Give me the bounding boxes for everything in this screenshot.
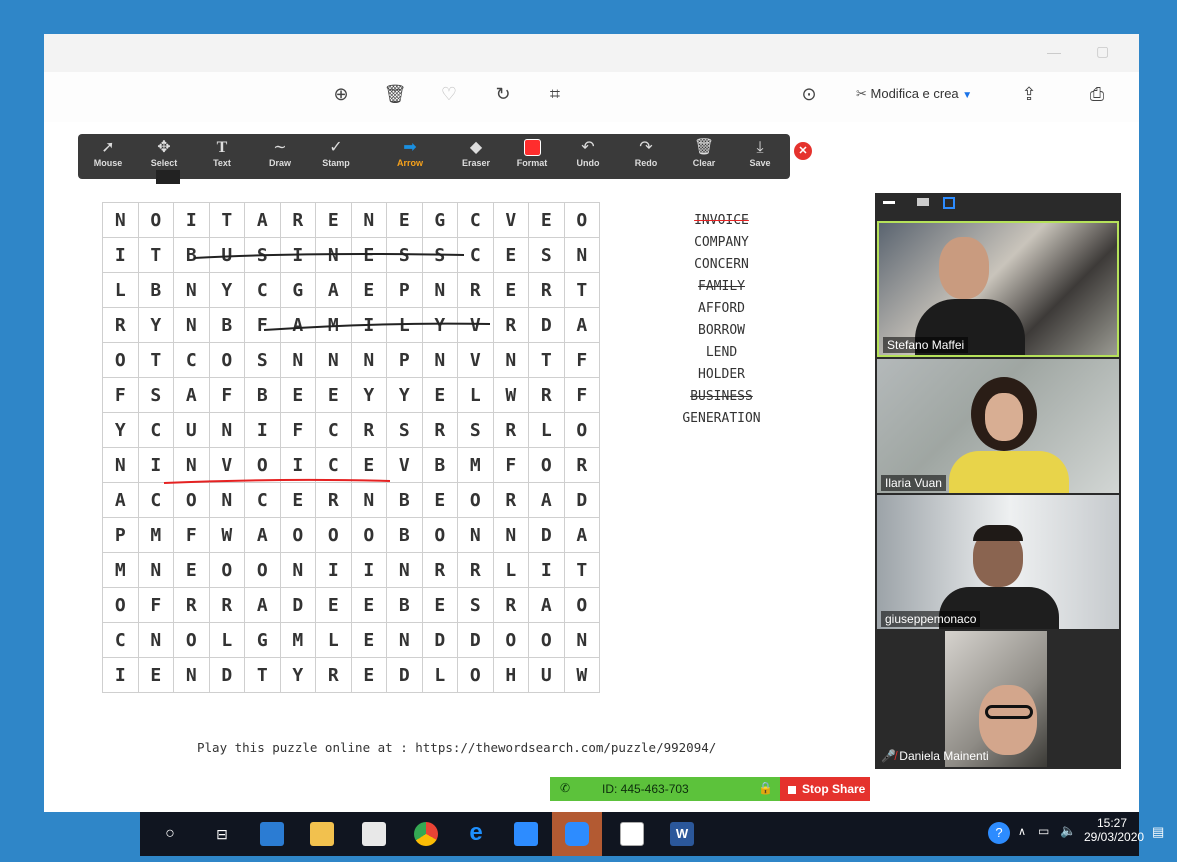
video-panel: Stefano Maffei Ilaria Vuan giuseppemonac… — [875, 193, 1121, 769]
edge-icon[interactable]: e — [464, 821, 488, 846]
video-tile[interactable]: Ilaria Vuan — [877, 359, 1119, 493]
photos-icon[interactable] — [620, 822, 644, 846]
clock-date: 29/03/2020 — [1084, 830, 1145, 844]
word-list: INVOICE COMPANY CONCERN FAMILY AFFORD BORROW L… — [654, 210, 789, 430]
chrome-icon[interactable] — [414, 822, 438, 846]
word-list-item: BORROW — [698, 323, 745, 338]
notification-icon[interactable]: ▤ — [1152, 824, 1164, 840]
search-circle-icon[interactable]: ○ — [158, 822, 182, 846]
meeting-info-bar: ✆ ID: 445-463-703 🔒 — [550, 777, 780, 801]
business-strike-stroke — [193, 253, 465, 259]
video-tile[interactable] — [945, 631, 1047, 767]
word-list-item: LEND — [705, 345, 738, 360]
app-icon[interactable] — [514, 822, 538, 846]
battery-icon[interactable]: ▭ — [1038, 824, 1049, 838]
meeting-id: ID: 445-463-703 — [602, 782, 689, 796]
participant-name: Stefano Maffei — [883, 337, 969, 353]
video-tile[interactable]: Stefano Maffei — [877, 221, 1119, 357]
speaker-view-icon[interactable] — [943, 197, 955, 209]
chevron-up-icon[interactable]: ∧ — [1018, 825, 1026, 838]
muted-mic-icon: 🎤̸ — [881, 749, 900, 763]
volume-icon[interactable]: 🔈 — [1060, 823, 1076, 839]
stop-share-label: Stop Share — [802, 782, 866, 796]
gallery-view-icon[interactable] — [917, 198, 929, 206]
stop-share-button[interactable]: Stop Share — [780, 777, 870, 801]
glasses-icon — [985, 705, 1033, 719]
store-icon[interactable] — [362, 822, 386, 846]
participant-name: Ilaria Vuan — [881, 475, 946, 491]
invoice-strike-stroke — [163, 478, 391, 484]
share-control-bar: ✆ ID: 445-463-703 🔒 Stop Share — [550, 777, 870, 801]
word-list-item: GENERATION — [682, 411, 761, 426]
clock[interactable]: 15:27 29/03/2020 — [1084, 816, 1145, 844]
zoom-taskbar-item[interactable] — [552, 812, 602, 856]
mail-icon[interactable] — [260, 822, 284, 846]
task-view-icon[interactable]: ⊟ — [210, 822, 234, 846]
word-list-item: HOLDER — [698, 367, 745, 382]
word-icon[interactable]: W — [670, 822, 694, 846]
participant-name-tag: 🎤̸ Daniela Mainenti — [881, 749, 989, 763]
puzzle-footer: Play this puzzle online at : https://the… — [197, 740, 717, 755]
windows-taskbar: ○ ⊟ e W ? ∧ ▭ 🔈 15:27 29/03/2020 ▤ — [140, 812, 1164, 856]
video-tile[interactable]: giuseppemonaco — [877, 495, 1119, 629]
participant-face — [985, 393, 1023, 441]
phone-icon: ✆ — [560, 781, 571, 795]
participant-hair — [973, 525, 1023, 541]
lock-icon: 🔒 — [758, 781, 773, 795]
help-icon[interactable]: ? — [988, 822, 1010, 844]
word-list-item: COMPANY — [694, 235, 749, 250]
file-explorer-icon[interactable] — [310, 822, 334, 846]
family-strike-stroke — [263, 322, 491, 331]
clock-time: 15:27 — [1096, 816, 1128, 830]
word-list-item: CONCERN — [694, 257, 749, 272]
word-list-item: INVOICE — [694, 213, 749, 228]
participant-face — [979, 685, 1037, 755]
participant-name: Daniela Mainenti — [899, 749, 989, 763]
participant-body — [949, 451, 1069, 493]
screen-frame: — ▢ ⊕ 🗑 ♡ ↻ ⌗ ⊙ ⇪ ⎙ ✂ Modifica e crea ▼ … — [44, 34, 1164, 856]
zoom-icon — [565, 822, 589, 846]
word-list-item: FAMILY — [698, 279, 745, 294]
participant-name: giuseppemonaco — [881, 611, 981, 627]
word-list-item: AFFORD — [698, 301, 745, 316]
participant-face — [939, 237, 989, 299]
minimize-panel-icon[interactable] — [883, 201, 895, 204]
word-list-item: BUSINESS — [690, 389, 753, 404]
stop-icon — [788, 785, 796, 794]
